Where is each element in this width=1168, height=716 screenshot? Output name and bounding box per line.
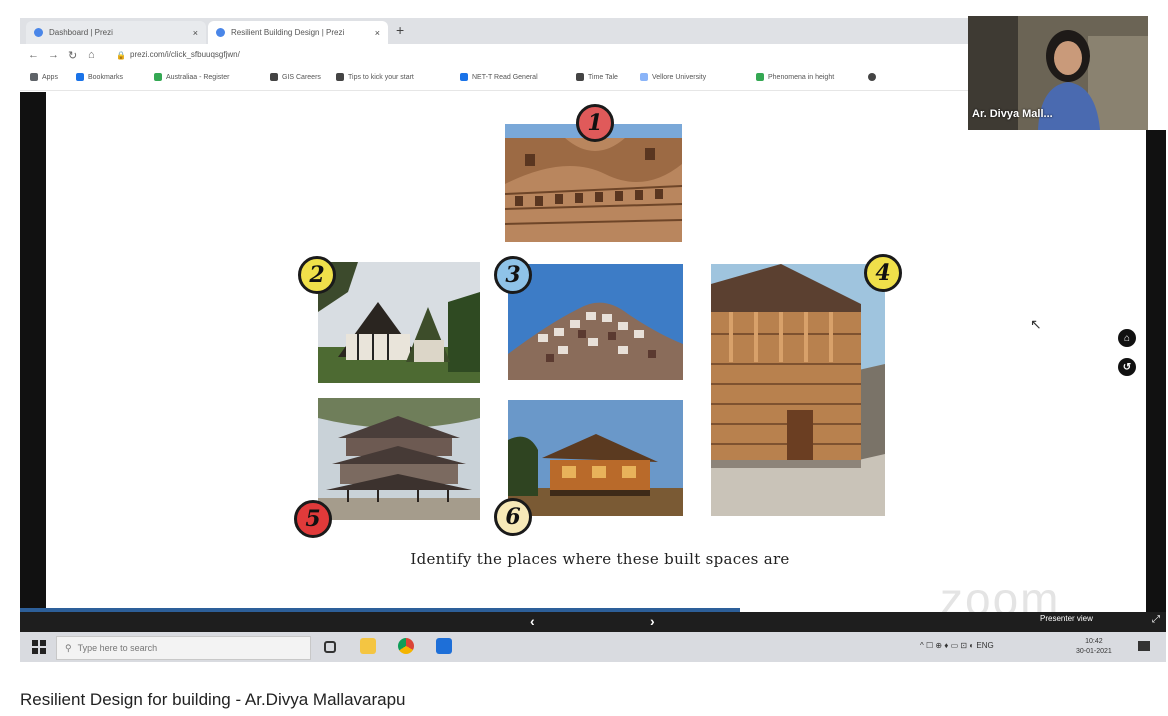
bookmark-item[interactable]: Bookmarks <box>76 73 123 81</box>
photos-app-icon[interactable] <box>436 638 452 654</box>
reload-icon[interactable]: ↻ <box>68 49 77 62</box>
number-badge-6: 6 <box>494 498 532 536</box>
chrome-icon[interactable] <box>398 638 414 654</box>
windows-start-icon[interactable] <box>32 640 46 654</box>
slide-left-border <box>20 92 46 612</box>
bookmark-item[interactable]: Apps <box>30 73 58 81</box>
mouse-cursor-icon: ↖ <box>1030 316 1042 332</box>
bookmark-label: Apps <box>42 73 58 81</box>
prezi-favicon-icon <box>34 28 43 37</box>
bookmark-label: Phenomena in height <box>768 73 835 81</box>
browser-tab-resilient[interactable]: Resilient Building Design | Prezi × <box>208 21 388 44</box>
number-badge-4: 4 <box>864 254 902 292</box>
back-arrow-icon[interactable]: ← <box>28 49 39 61</box>
photo-hill-monastery <box>508 264 683 380</box>
bookmark-label: Bookmarks <box>88 73 124 81</box>
taskbar-clock[interactable]: 10:42 30-01-2021 <box>1076 637 1112 657</box>
photo-wooden-hut <box>508 400 683 516</box>
previous-slide-button[interactable]: ‹ <box>530 613 535 629</box>
bookmark-label: Tips to kick your start <box>348 73 414 81</box>
browser-tab-dashboard[interactable]: Dashboard | Prezi × <box>26 21 206 44</box>
number-badge-3: 3 <box>494 256 532 294</box>
address-bar-row: ← → ↻ ⌂ 🔒 prezi.com/i/click_sfbuuqsgfjwn… <box>20 44 968 68</box>
video-title: Resilient Design for building - Ar.Divya… <box>20 690 406 709</box>
bookmark-item[interactable]: GIS Careers <box>270 73 321 81</box>
zoom-control-bar: ‹ › <box>20 612 1166 632</box>
bookmark-label: GIS Careers <box>282 73 321 81</box>
bookmark-label: Vellore University <box>652 73 707 81</box>
lock-icon: 🔒 <box>116 51 126 60</box>
bookmark-item[interactable]: Vellore University <box>640 73 706 81</box>
bookmark-item[interactable]: Time Tale <box>576 73 618 81</box>
bookmark-label: Time Tale <box>588 73 618 81</box>
bookmark-item[interactable]: Tips to kick your start <box>336 73 414 81</box>
bookmark-item[interactable]: Phenomena in height <box>756 73 834 81</box>
forward-arrow-icon[interactable]: → <box>48 49 59 61</box>
photo-tiered-temple <box>318 398 480 520</box>
task-view-icon[interactable] <box>324 641 336 653</box>
browser-tab-bar: Dashboard | Prezi × Resilient Building D… <box>20 18 968 44</box>
search-icon: ⚲ <box>65 642 72 653</box>
tab-close-icon[interactable]: × <box>193 28 198 38</box>
prezi-favicon-icon <box>216 28 225 37</box>
slide-caption: Identify the places where these built sp… <box>410 550 790 568</box>
notifications-icon[interactable] <box>1138 641 1150 651</box>
tab-label: Dashboard | Prezi <box>49 28 113 37</box>
search-placeholder: Type here to search <box>77 643 158 653</box>
taskbar-search-input[interactable]: ⚲ Type here to search <box>56 636 311 660</box>
url-field[interactable]: prezi.com/i/click_sfbuuqsgfjwn/ <box>130 50 240 59</box>
prezi-home-icon[interactable]: ⌂ <box>1118 329 1136 347</box>
bookmark-label: Australiaa - Register <box>166 73 230 81</box>
prezi-back-icon[interactable]: ↺ <box>1118 358 1136 376</box>
system-tray[interactable]: ^ ☐ ⊕ ♦ ▭ ⊡ ◐ ENG <box>920 641 994 650</box>
number-badge-1: 1 <box>576 104 614 142</box>
bookmark-item[interactable]: Australiaa - Register <box>154 73 229 81</box>
next-slide-button[interactable]: › <box>650 613 655 629</box>
new-tab-button[interactable]: + <box>396 22 404 38</box>
file-explorer-icon[interactable] <box>360 638 376 654</box>
tab-close-icon[interactable]: × <box>375 28 380 38</box>
slide-right-border <box>1146 130 1166 612</box>
participant-name: Ar. Divya Mall... <box>972 108 1053 120</box>
photo-timber-church <box>318 262 480 383</box>
bookmarks-bar: Apps Bookmarks Australiaa - Register GIS… <box>20 68 968 91</box>
home-icon[interactable]: ⌂ <box>88 49 95 61</box>
bookmark-label: NET-T Read General <box>472 73 538 81</box>
bookmark-more-icon[interactable] <box>868 73 880 81</box>
clock-date: 30-01-2021 <box>1076 648 1112 655</box>
tab-label: Resilient Building Design | Prezi <box>231 28 345 37</box>
number-badge-5: 5 <box>294 500 332 538</box>
bookmark-item[interactable]: NET-T Read General <box>460 73 538 81</box>
number-badge-2: 2 <box>298 256 336 294</box>
photo-wooden-house <box>711 264 885 516</box>
expand-icon[interactable]: ⤢ <box>1152 614 1160 625</box>
presenter-view-label[interactable]: Presenter view <box>1040 614 1093 623</box>
clock-time: 10:42 <box>1085 638 1103 645</box>
